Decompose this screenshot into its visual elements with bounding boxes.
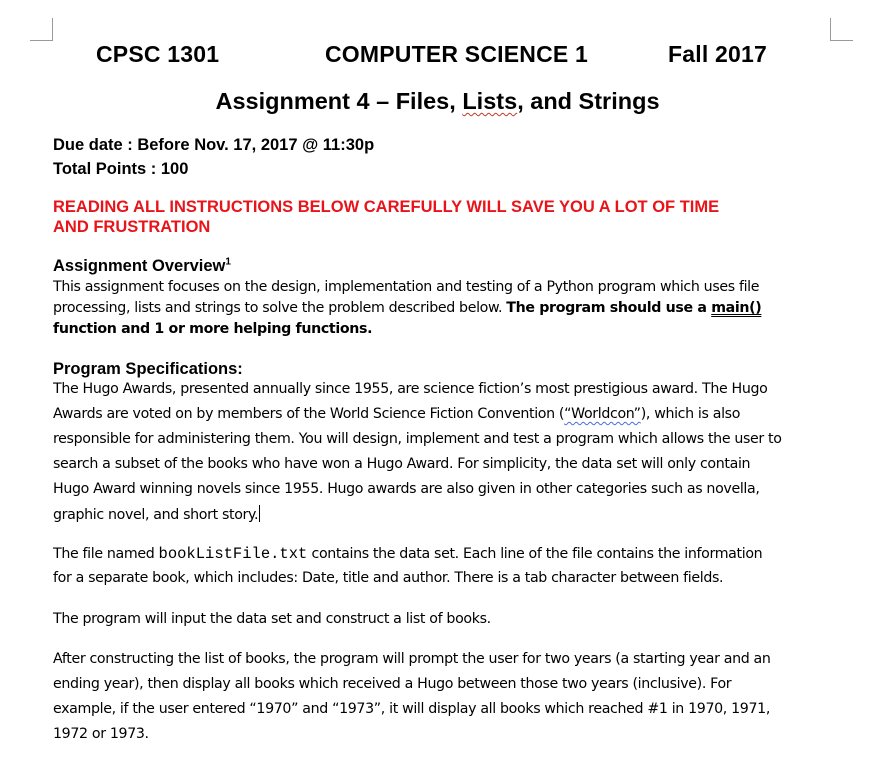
course-code: CPSC 1301	[96, 41, 220, 67]
specs-p2-line-1: The file named bookListFile.txt contains…	[53, 545, 763, 563]
text-cursor	[259, 505, 261, 522]
total-points: Total Points : 100	[53, 160, 189, 178]
course-term: Fall 2017	[668, 41, 767, 67]
overview-line-3: function and 1 or more helping functions…	[53, 321, 373, 337]
overview-line-1: This assignment focuses on the design, i…	[53, 279, 760, 295]
specs-p2-line-2: for a separate book, which includes: Dat…	[53, 570, 724, 586]
specs-p3-line-1: The program will input the data set and …	[53, 611, 491, 627]
specs-p1-line-3: responsible for administering them. You …	[53, 431, 782, 447]
course-subject: COMPUTER SCIENCE 1	[325, 41, 589, 67]
warning-line-1: READING ALL INSTRUCTIONS BELOW CAREFULLY…	[53, 198, 720, 216]
specs-p1-line-6: graphic novel, and short story.	[53, 505, 261, 523]
specs-p4-line-1: After constructing the list of books, th…	[53, 651, 771, 667]
specs-p4-line-4: 1972 or 1973.	[53, 726, 149, 742]
specs-p1-line-5: Hugo Award winning novels since 1955. Hu…	[53, 481, 760, 497]
page-corner-mark-top-right	[830, 18, 853, 41]
specs-p1-line-1: The Hugo Awards, presented annually sinc…	[53, 381, 768, 397]
main-function-ref: main()	[711, 300, 762, 316]
overview-heading: Assignment Overview1	[53, 256, 231, 275]
page-corner-mark-top-left	[30, 18, 53, 41]
due-date: Due date : Before Nov. 17, 2017 @ 11:30p	[53, 136, 375, 154]
specs-p4-line-2: ending year), then display all books whi…	[53, 676, 732, 692]
warning-line-2: AND FRUSTRATION	[53, 218, 211, 236]
spellcheck-word-worldcon: “Worldcon”	[564, 406, 641, 422]
document-page: CPSC 1301 COMPUTER SCIENCE 1 Fall 2017 A…	[0, 0, 875, 762]
specs-p1-line-4: search a subset of the books who have wo…	[53, 456, 751, 472]
specs-p4-line-3: example, if the user entered “1970” and …	[53, 701, 770, 717]
filename-ref: bookListFile.txt	[158, 545, 308, 563]
spellcheck-word-lists: Lists	[462, 88, 518, 114]
footnote-marker: 1	[225, 256, 231, 268]
specs-heading: Program Specifications:	[53, 360, 243, 378]
assignment-title: Assignment 4 – Files, Lists, and Strings	[215, 88, 660, 114]
specs-p1-line-2: Awards are voted on by members of the Wo…	[53, 406, 741, 422]
overview-line-2: processing, lists and strings to solve t…	[53, 300, 762, 316]
